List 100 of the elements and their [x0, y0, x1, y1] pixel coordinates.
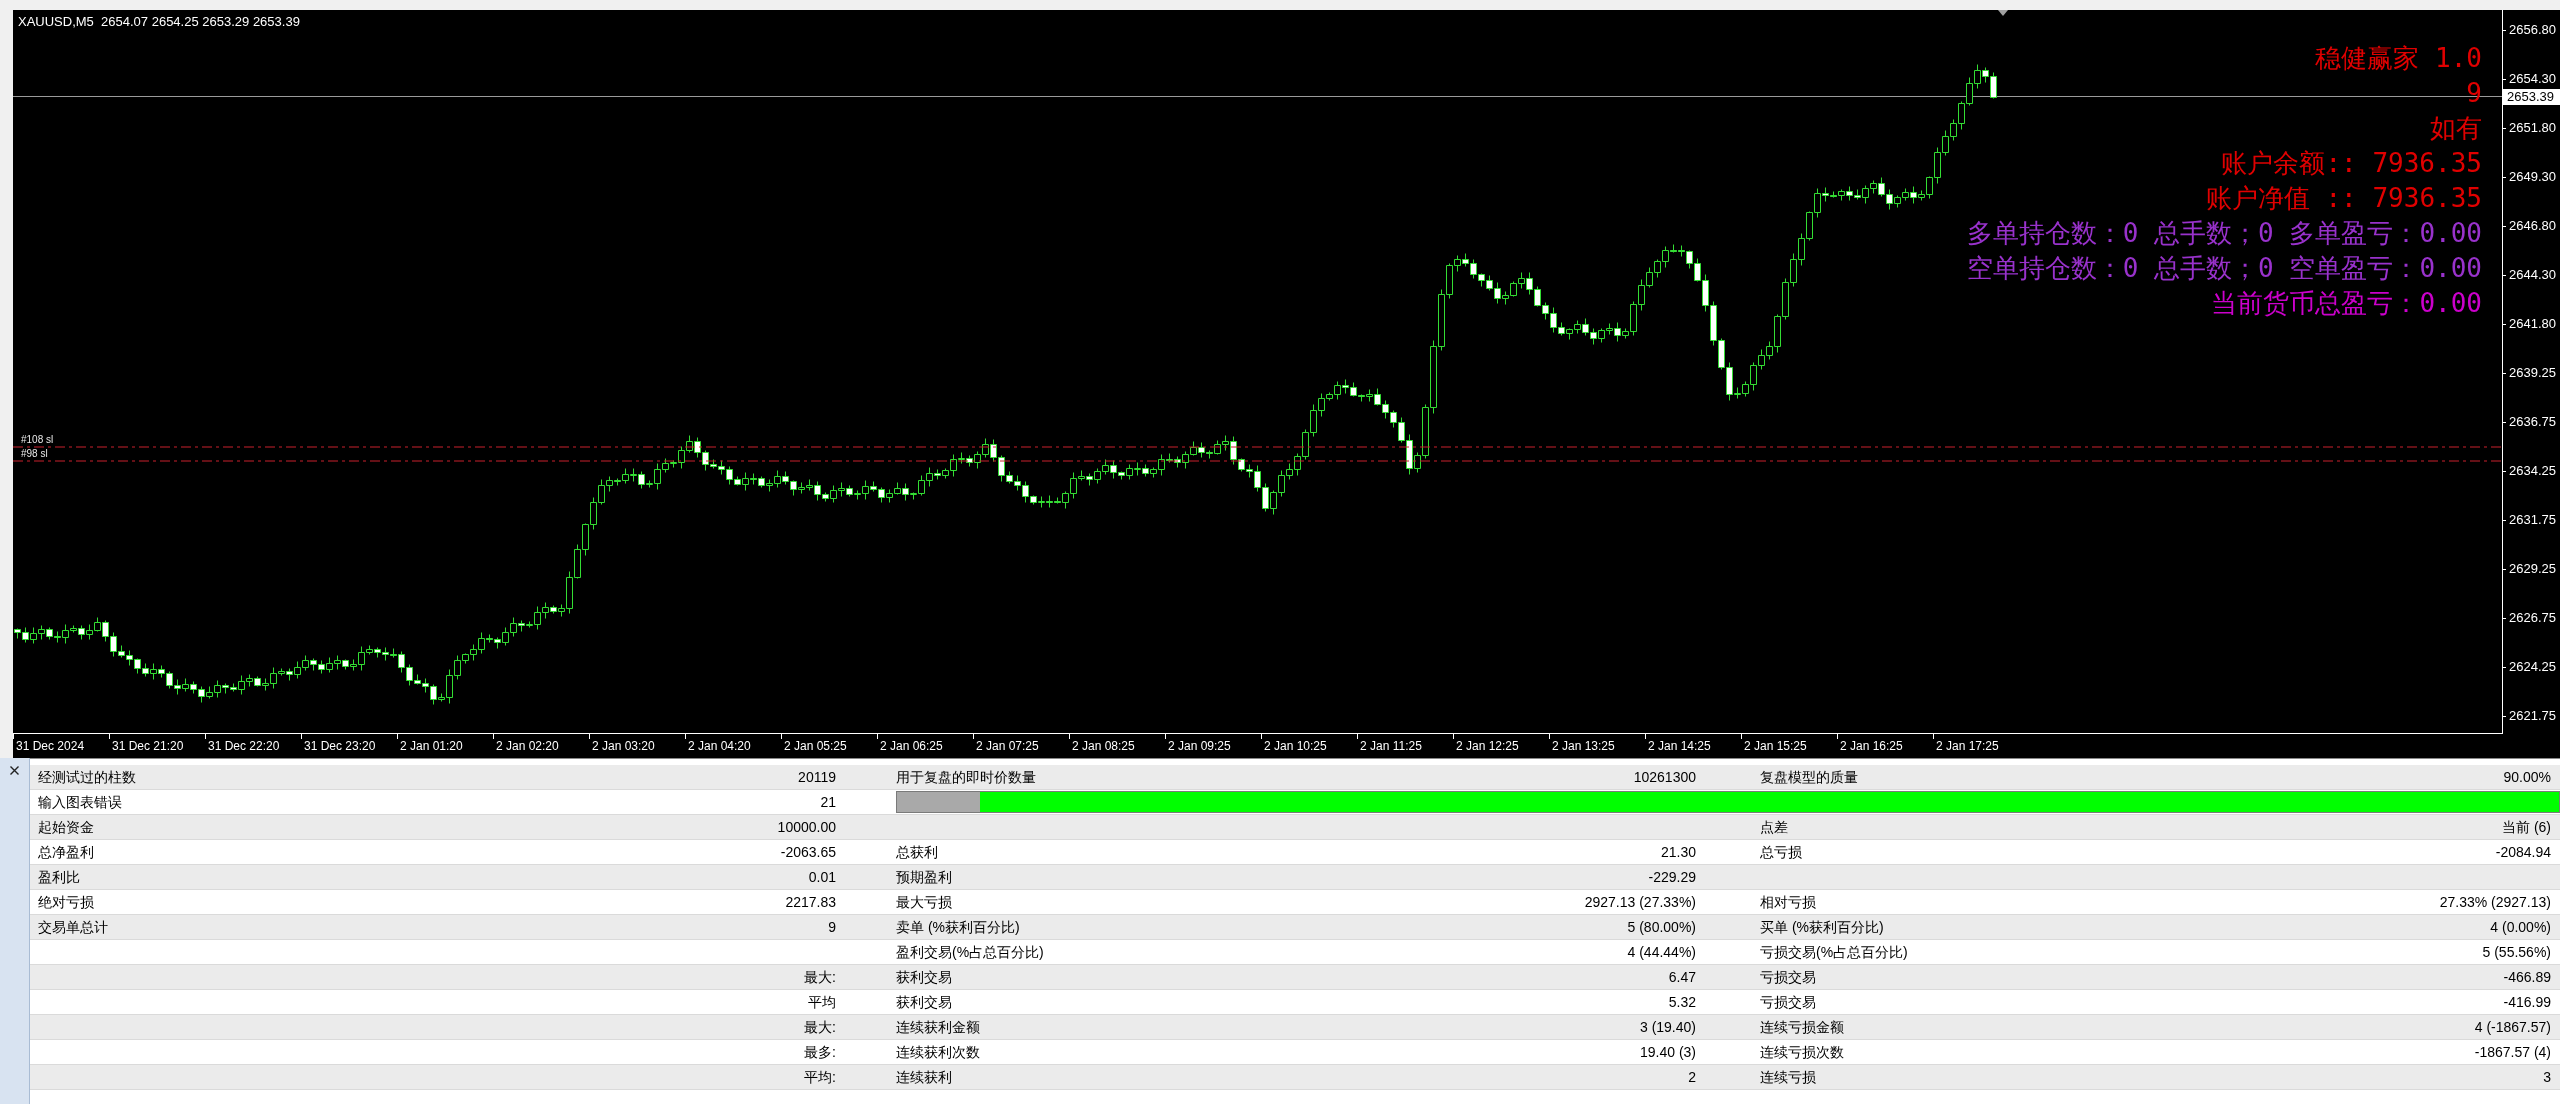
stat-label: 总获利 [895, 843, 939, 862]
price-label: 2646.80 [2503, 217, 2560, 234]
stat-value: -416.99 [2502, 993, 2552, 1012]
stat-label: 经测试过的柱数 [37, 768, 137, 787]
stat-label: 预期盈利 [895, 868, 953, 887]
stat-label: 绝对亏损 [37, 893, 95, 912]
stat-value: 5 (80.00%) [1626, 918, 1697, 937]
stat-value: 20119 [797, 768, 837, 787]
price-label: 2644.30 [2503, 266, 2560, 283]
ea-info-text: 空单持仓数：0 总手数；0 空单盈亏：0.00 [1966, 252, 2482, 285]
stat-value: 10000.00 [776, 818, 837, 837]
stat-value: 当前 (6) [2501, 818, 2552, 837]
price-label: 2629.25 [2503, 560, 2560, 577]
time-label: 2 Jan 07:25 [973, 734, 1069, 758]
time-label: 2 Jan 06:25 [877, 734, 973, 758]
stat-value: 2 [1687, 1068, 1697, 1087]
time-label: 2 Jan 05:25 [781, 734, 877, 758]
stat-label: 点差 [1759, 818, 1789, 837]
stat-value: 最大: [803, 968, 837, 987]
time-label: 2 Jan 10:25 [1261, 734, 1357, 758]
stat-label: 输入图表错误 [37, 793, 123, 812]
stat-value: 最大: [803, 1018, 837, 1037]
stat-value: -2084.94 [2494, 843, 2552, 862]
stat-value: 平均: [803, 1068, 837, 1087]
time-label: 2 Jan 09:25 [1165, 734, 1261, 758]
stat-value: 平均 [807, 993, 837, 1012]
time-label: 2 Jan 03:20 [589, 734, 685, 758]
stat-label: 获利交易 [895, 993, 953, 1012]
price-label: 2654.30 [2503, 70, 2560, 87]
ea-info-text: 账户净值 :: 7936.35 [2205, 182, 2482, 215]
ea-info-text: 当前货币总盈亏：0.00 [2211, 287, 2482, 320]
stat-label: 亏损交易 [1759, 993, 1817, 1012]
stat-value: 3 (19.40) [1638, 1018, 1697, 1037]
stat-value: -2063.65 [779, 843, 837, 862]
price-label: 2656.80 [2503, 21, 2560, 38]
ea-info-text: 多单持仓数：0 总手数；0 多单盈亏：0.00 [1966, 217, 2482, 250]
time-label: 31 Dec 21:20 [109, 734, 205, 758]
current-price-tag: 2653.39 [2503, 88, 2560, 105]
stat-label: 用于复盘的即时价数量 [895, 768, 1037, 787]
time-label: 2 Jan 01:20 [397, 734, 493, 758]
time-label: 31 Dec 23:20 [301, 734, 397, 758]
stat-value: 4 (-1867.57) [2473, 1018, 2552, 1037]
time-label: 2 Jan 15:25 [1741, 734, 1837, 758]
stat-value: 4 (0.00%) [2489, 918, 2552, 937]
price-label: 2639.25 [2503, 364, 2560, 381]
ea-info-text: 账户余额:: 7936.35 [2221, 147, 2482, 180]
stat-value: -1867.57 (4) [2473, 1043, 2552, 1062]
stat-label: 起始资金 [37, 818, 95, 837]
stat-value: -466.89 [2502, 968, 2552, 987]
stat-label: 连续亏损金额 [1759, 1018, 1845, 1037]
stat-label: 连续获利 [895, 1068, 953, 1087]
close-icon[interactable] [10, 766, 19, 775]
stat-label: 连续亏损次数 [1759, 1043, 1845, 1062]
order-label: #98 sl [21, 448, 48, 461]
stat-value: 9 [827, 918, 837, 937]
stat-label: 连续亏损 [1759, 1068, 1817, 1087]
price-label: 2626.75 [2503, 609, 2560, 626]
stat-label: 最大亏损 [895, 893, 953, 912]
stat-value: 21.30 [1659, 843, 1697, 862]
price-label: 2634.25 [2503, 462, 2560, 479]
stat-value: 5.32 [1667, 993, 1697, 1012]
time-label: 31 Dec 2024 [13, 734, 109, 758]
time-label: 2 Jan 13:25 [1549, 734, 1645, 758]
stat-value: 2217.83 [784, 893, 837, 912]
stat-label: 亏损交易(%占总百分比) [1759, 943, 1909, 962]
stat-label: 卖单 (%获利百分比) [895, 918, 1021, 937]
stat-value: 21 [819, 793, 837, 812]
stat-value: 4 (44.44%) [1626, 943, 1697, 962]
stat-value: 6.47 [1667, 968, 1697, 987]
stat-value: -229.29 [1647, 868, 1697, 887]
chart-header: XAUUSD,M5 2654.07 2654.25 2653.29 2653.39 [18, 14, 300, 30]
stat-value: 5 (55.56%) [2481, 943, 2552, 962]
stat-label: 总净盈利 [37, 843, 95, 862]
price-label: 2651.80 [2503, 119, 2560, 136]
time-label: 2 Jan 08:25 [1069, 734, 1165, 758]
price-label: 2624.25 [2503, 658, 2560, 675]
stat-value: 90.00% [2502, 768, 2552, 787]
price-label: 2621.75 [2503, 707, 2560, 724]
stat-label: 连续获利金额 [895, 1018, 981, 1037]
time-label: 2 Jan 16:25 [1837, 734, 1933, 758]
stat-label: 总亏损 [1759, 843, 1803, 862]
stat-value: 10261300 [1632, 768, 1697, 787]
stat-value: 19.40 (3) [1638, 1043, 1697, 1062]
stat-label: 连续获利次数 [895, 1043, 981, 1062]
stat-value: 3 [2542, 1068, 2552, 1087]
shift-marker-icon[interactable] [1998, 10, 2008, 16]
price-label: 2641.80 [2503, 315, 2560, 332]
time-label: 2 Jan 14:25 [1645, 734, 1741, 758]
stat-value: 2927.13 (27.33%) [1583, 893, 1697, 912]
time-label: 2 Jan 11:25 [1357, 734, 1453, 758]
stat-label: 盈利比 [37, 868, 81, 887]
time-label: 2 Jan 12:25 [1453, 734, 1549, 758]
time-label: 2 Jan 17:25 [1933, 734, 2029, 758]
stat-label: 交易单总计 [37, 918, 109, 937]
order-label: #108 sl [21, 434, 54, 446]
stat-label: 亏损交易 [1759, 968, 1817, 987]
time-label: 2 Jan 02:20 [493, 734, 589, 758]
time-label: 31 Dec 22:20 [205, 734, 301, 758]
stat-value: 0.01 [807, 868, 837, 887]
stat-value: 27.33% (2927.13) [2438, 893, 2552, 912]
